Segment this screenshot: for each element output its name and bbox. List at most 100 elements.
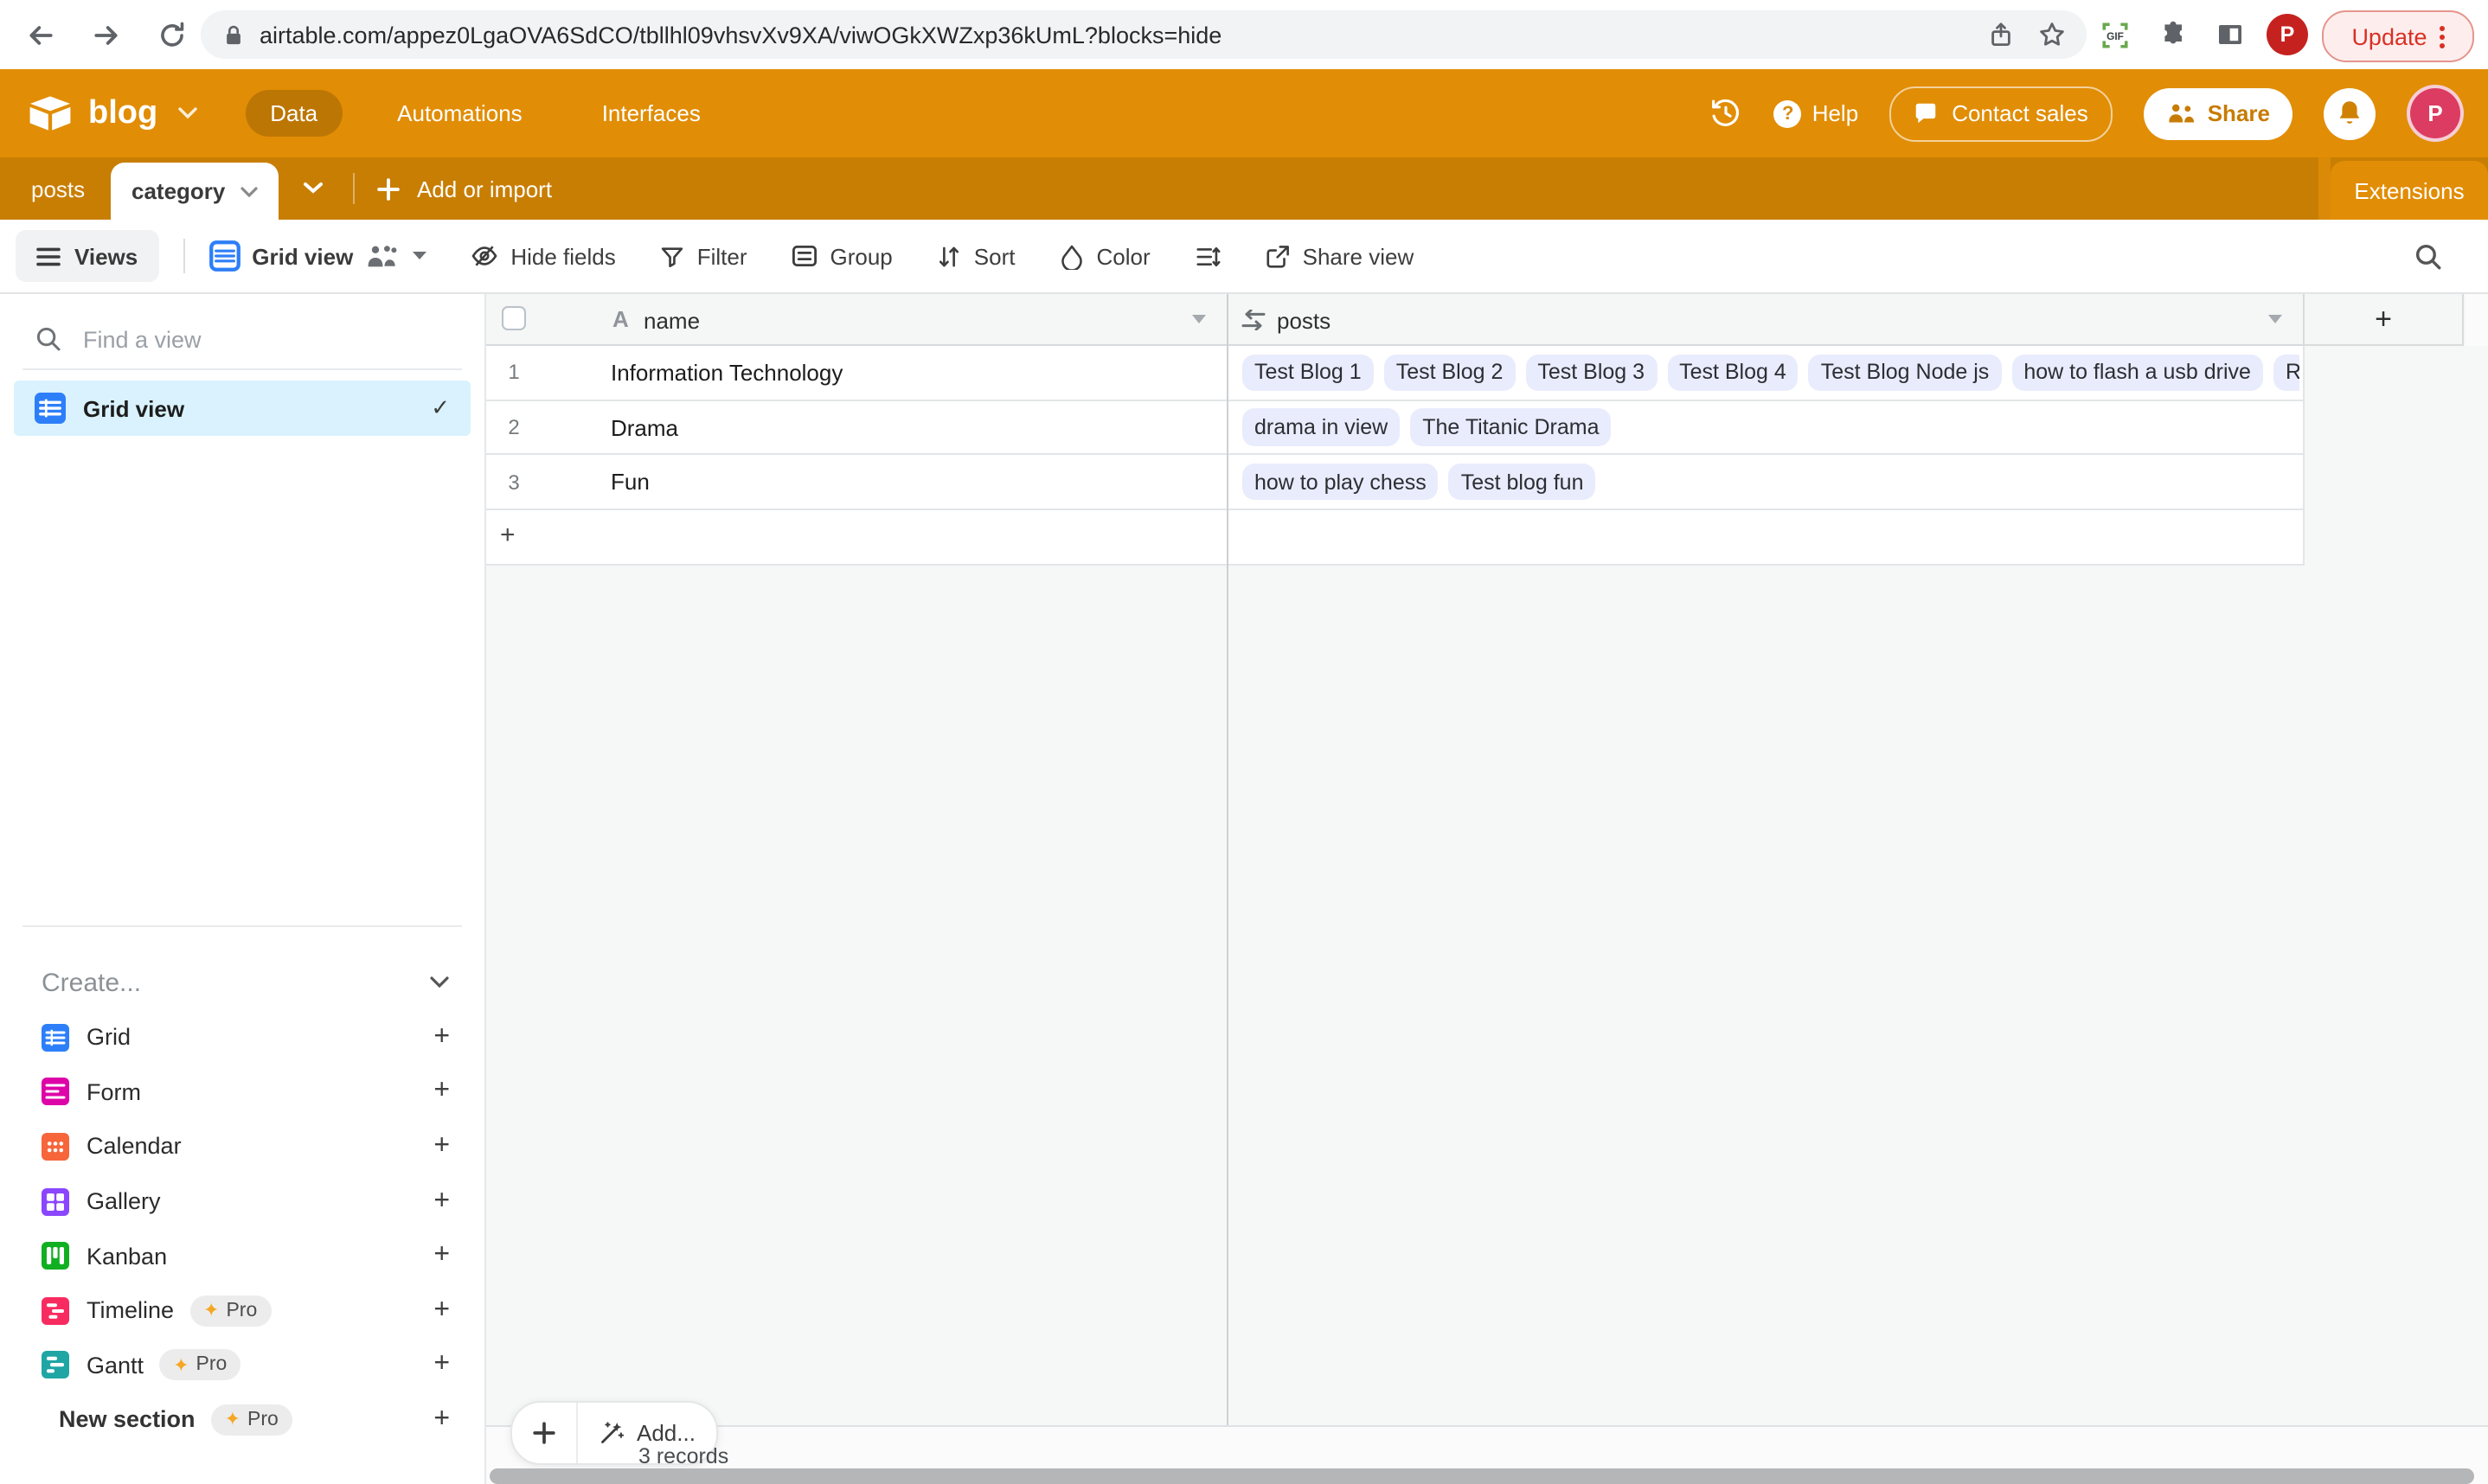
grid-view-icon — [208, 240, 240, 272]
notifications-button[interactable] — [2324, 87, 2376, 139]
browser-menu-icon[interactable] — [2440, 25, 2445, 48]
group-button[interactable]: Group — [791, 242, 893, 270]
cell-name[interactable]: Fun — [611, 456, 650, 509]
nav-tab-automations[interactable]: Automations — [373, 90, 547, 137]
hide-fields-button[interactable]: Hide fields — [471, 242, 615, 270]
base-title[interactable]: blog — [88, 94, 157, 132]
create-section-header[interactable]: Create... — [42, 960, 450, 1005]
cell-posts[interactable]: how to play chess Test blog fun — [1242, 456, 2299, 509]
extensions-puzzle-icon[interactable] — [2159, 21, 2187, 48]
airtable-logo[interactable] — [28, 94, 73, 132]
create-collapse-chevron-icon[interactable] — [429, 975, 450, 989]
add-field-button[interactable]: + — [2305, 294, 2464, 346]
linked-record-tag[interactable]: Test Blog Node js — [1809, 354, 2002, 391]
sort-button[interactable]: Sort — [936, 243, 1016, 269]
cell-posts[interactable]: drama in view The Titanic Drama — [1242, 400, 2299, 453]
color-button[interactable]: Color — [1058, 243, 1150, 269]
side-panel-icon[interactable] — [2216, 21, 2244, 48]
search-button[interactable] — [2414, 241, 2443, 271]
row-height-icon — [1194, 243, 1222, 269]
bookmark-star-icon[interactable] — [2038, 21, 2066, 48]
back-button[interactable] — [14, 9, 66, 61]
column-header-name[interactable]: name — [644, 307, 700, 333]
chat-icon — [1914, 102, 1938, 125]
create-item-plus-button[interactable]: + — [433, 1077, 450, 1108]
user-avatar[interactable]: P — [2407, 85, 2464, 142]
column-header-posts[interactable]: posts — [1277, 307, 1331, 333]
create-item-plus-button[interactable]: + — [433, 1350, 450, 1381]
tab-divider — [353, 173, 355, 204]
table-row-1[interactable]: 1Information TechnologyTest Blog 1Test B… — [486, 346, 2303, 400]
create-item-label: Calendar — [87, 1134, 182, 1160]
create-item-plus-button[interactable]: + — [433, 1186, 450, 1217]
reload-button[interactable] — [145, 9, 197, 61]
create-item-plus-button[interactable]: + — [433, 1404, 450, 1436]
current-view-button[interactable]: Grid view — [208, 240, 427, 272]
table-tab-posts[interactable]: posts — [31, 157, 85, 220]
kanban-icon — [42, 1242, 69, 1270]
table-tab-chevron-icon[interactable] — [240, 186, 258, 196]
browser-profile-avatar[interactable]: P — [2267, 14, 2308, 55]
base-chevron-icon[interactable] — [178, 107, 197, 119]
row-height-button[interactable] — [1194, 243, 1222, 269]
select-all-checkbox[interactable] — [502, 306, 526, 330]
table-tab-category[interactable]: category — [111, 163, 279, 220]
cell-name[interactable]: Drama — [611, 400, 678, 453]
create-item-kanban[interactable]: Kanban+ — [0, 1229, 484, 1283]
create-items-list: Grid+Form+Calendar+Gallery+Kanban+Timeli… — [0, 1010, 484, 1448]
history-icon[interactable] — [1710, 97, 1743, 130]
find-view-input[interactable] — [80, 324, 462, 354]
help-button[interactable]: ? Help — [1774, 99, 1859, 127]
create-item-plus-button[interactable]: + — [433, 1131, 450, 1162]
address-bar[interactable]: airtable.com/appez0LgaOVA6SdCO/tbllhl09v… — [201, 10, 2087, 59]
extensions-tab[interactable]: Extensions — [2331, 161, 2488, 220]
linked-record-tag[interactable]: The Titanic Drama — [1410, 409, 1611, 446]
add-or-import-button[interactable]: Add or import — [377, 157, 552, 220]
contact-sales-button[interactable]: Contact sales — [1889, 86, 2113, 141]
filter-button[interactable]: Filter — [659, 243, 747, 269]
horizontal-scrollbar[interactable] — [490, 1468, 2474, 1483]
views-button[interactable]: Views — [16, 230, 158, 282]
linked-record-tag[interactable]: Test Blog 3 — [1525, 354, 1657, 391]
linked-record-tag[interactable]: Test Blog 1 — [1242, 354, 1374, 391]
share-page-icon[interactable] — [1988, 21, 2014, 48]
grid-view-icon — [35, 393, 66, 424]
create-item-plus-button[interactable]: + — [433, 1240, 450, 1271]
linked-record-tag[interactable]: drama in view — [1242, 409, 1400, 446]
create-item-form[interactable]: Form+ — [0, 1065, 484, 1119]
linked-record-tag[interactable]: Refi — [2273, 354, 2299, 391]
linked-record-tag[interactable]: Test blog fun — [1449, 464, 1596, 501]
gif-extension-icon[interactable]: GIF — [2100, 21, 2130, 50]
posts-column-dropdown-icon[interactable] — [2268, 315, 2282, 323]
create-item-new-section[interactable]: New section✦Pro+ — [0, 1392, 484, 1447]
share-button[interactable]: Share — [2144, 87, 2292, 139]
cell-name[interactable]: Information Technology — [611, 346, 843, 399]
add-record-row[interactable]: + — [486, 510, 2303, 565]
table-list-chevron-button[interactable] — [291, 157, 336, 220]
quick-add-record-button[interactable] — [512, 1403, 576, 1463]
create-item-grid[interactable]: Grid+ — [0, 1010, 484, 1065]
sidebar-view-label: Grid view — [83, 395, 184, 421]
add-or-import-label: Add or import — [417, 176, 552, 201]
share-view-button[interactable]: Share view — [1265, 243, 1414, 269]
nav-tab-interfaces[interactable]: Interfaces — [578, 90, 725, 137]
linked-record-tag[interactable]: how to flash a usb drive — [2011, 354, 2263, 391]
browser-update-button[interactable]: Update — [2322, 10, 2474, 62]
linked-record-tag[interactable]: Test Blog 2 — [1384, 354, 1516, 391]
create-divider — [22, 925, 462, 927]
table-row-3[interactable]: 3Funhow to play chessTest blog fun — [486, 456, 2303, 510]
create-item-gantt[interactable]: Gantt✦Pro+ — [0, 1338, 484, 1392]
table-row-2[interactable]: 2Dramadrama in viewThe Titanic Drama — [486, 400, 2303, 455]
linked-record-tag[interactable]: how to play chess — [1242, 464, 1439, 501]
create-item-plus-button[interactable]: + — [433, 1295, 450, 1327]
cell-posts[interactable]: Test Blog 1 Test Blog 2Test Blog 3 Test Bl… — [1242, 346, 2299, 399]
nav-tab-data[interactable]: Data — [246, 90, 342, 137]
create-item-timeline[interactable]: Timeline✦Pro+ — [0, 1283, 484, 1338]
sidebar-view-grid-view[interactable]: Grid view ✓ — [14, 381, 471, 436]
linked-record-tag[interactable]: Test Blog 4 — [1667, 354, 1799, 391]
forward-button[interactable] — [80, 9, 131, 61]
create-item-gallery[interactable]: Gallery+ — [0, 1174, 484, 1229]
create-item-calendar[interactable]: Calendar + — [0, 1119, 484, 1174]
create-item-plus-button[interactable]: + — [433, 1022, 450, 1053]
name-column-dropdown-icon[interactable] — [1192, 315, 1206, 323]
